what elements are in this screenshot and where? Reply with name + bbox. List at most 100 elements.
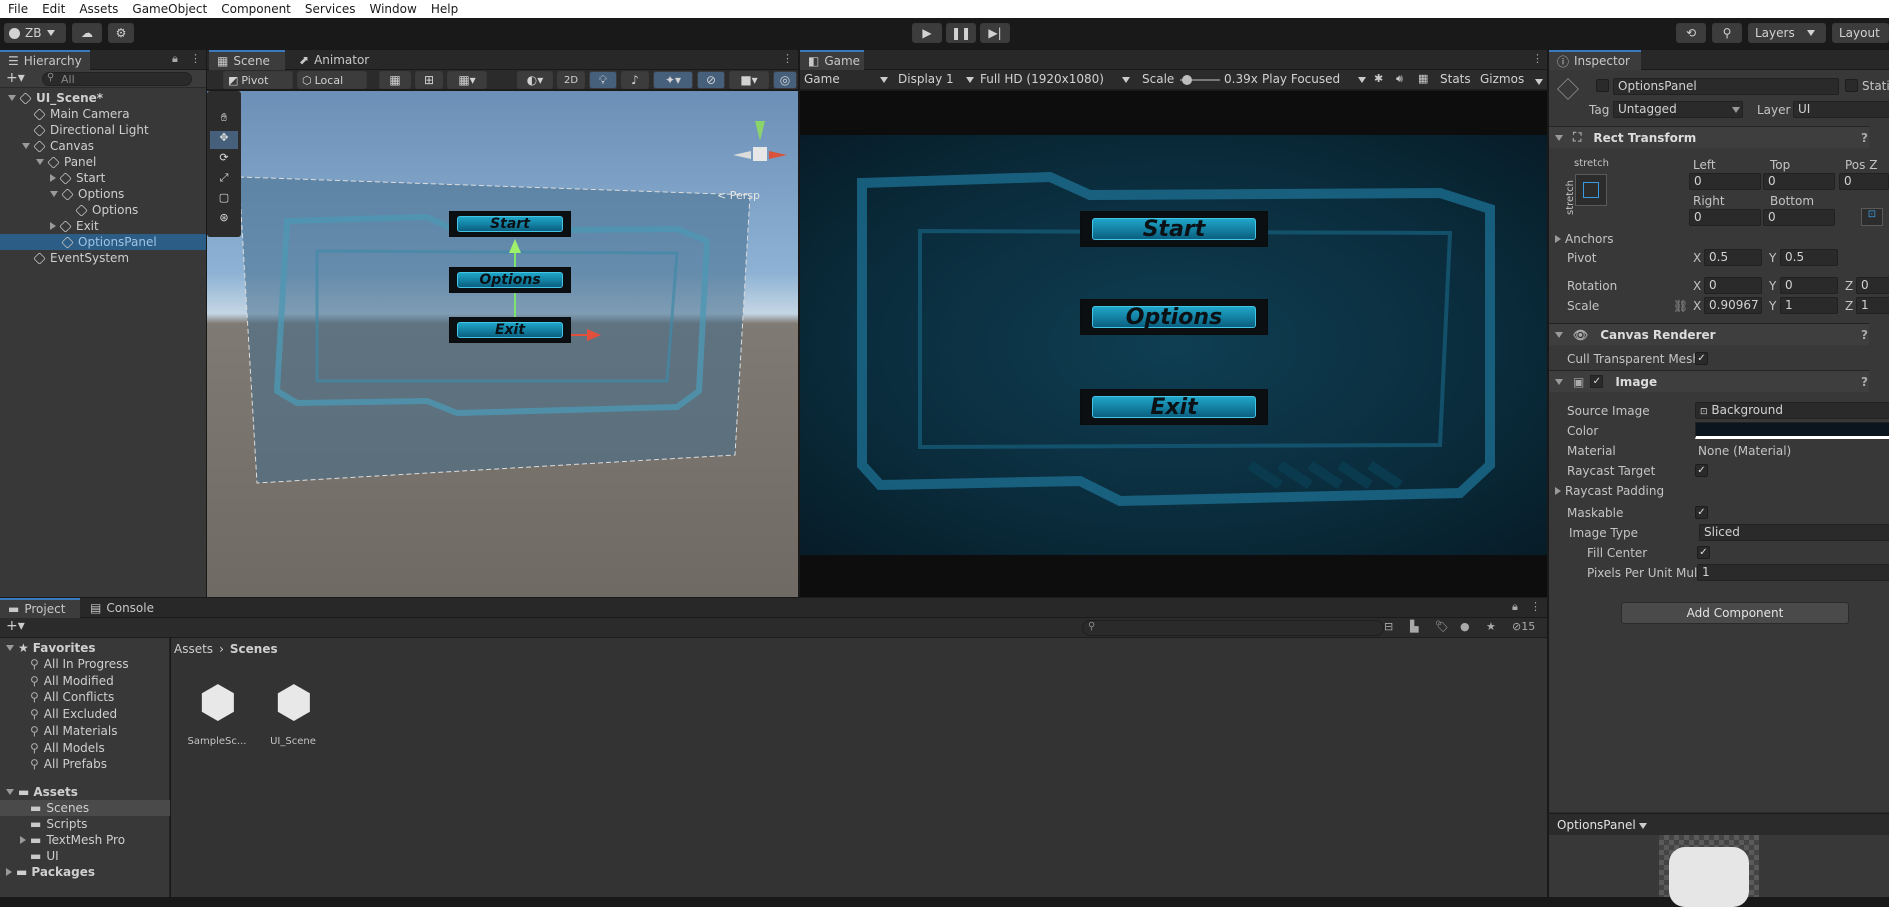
breadcrumb-scenes[interactable]: Scenes bbox=[230, 642, 278, 656]
hierarchy-item[interactable]: Panel bbox=[0, 154, 206, 170]
tab-project[interactable]: ▬ Project bbox=[0, 598, 80, 618]
chevron-down-icon[interactable] bbox=[22, 143, 30, 149]
folder-item[interactable]: ▬ TextMesh Pro bbox=[0, 832, 170, 848]
raycast-padding-foldout[interactable]: Raycast Padding bbox=[1555, 484, 1664, 498]
game-options-button[interactable]: Options bbox=[1080, 299, 1268, 335]
toggle-2d-button[interactable]: 2D bbox=[557, 71, 585, 89]
filter-by-type-icon[interactable]: ▙ bbox=[1410, 620, 1418, 633]
log-filter-icon[interactable]: ● bbox=[1460, 620, 1470, 633]
rotate-tool[interactable]: ⟳ bbox=[210, 151, 238, 169]
anchors-foldout[interactable]: Anchors bbox=[1555, 232, 1614, 246]
favorite-item[interactable]: ⚲ All In Progress bbox=[0, 656, 129, 672]
grid-icon[interactable]: ▦ bbox=[1418, 72, 1428, 85]
hierarchy-item[interactable]: Main Camera bbox=[0, 106, 206, 122]
resolution-dropdown[interactable]: Full HD (1920x1080) bbox=[980, 72, 1130, 86]
rect-tool[interactable]: ▢ bbox=[210, 191, 238, 209]
search-by-type-icon[interactable]: ⊟ bbox=[1384, 620, 1393, 633]
top-field[interactable]: 0 bbox=[1763, 173, 1835, 190]
rot-y-field[interactable]: 0 bbox=[1780, 277, 1838, 294]
menu-edit[interactable]: Edit bbox=[34, 2, 71, 16]
maskable-checkbox[interactable]: ✓ bbox=[1695, 506, 1708, 519]
raw-edit-button[interactable]: ⊡ bbox=[1861, 208, 1883, 226]
star-icon[interactable]: ★ bbox=[1486, 620, 1496, 633]
chevron-down-icon[interactable] bbox=[36, 159, 44, 165]
menu-file[interactable]: File bbox=[0, 2, 34, 16]
favorite-item[interactable]: ⚲ All Materials bbox=[0, 723, 118, 739]
menu-window[interactable]: Window bbox=[362, 2, 423, 16]
posz-field[interactable]: 0 bbox=[1839, 173, 1889, 190]
left-field[interactable]: 0 bbox=[1689, 173, 1761, 190]
stats-button[interactable]: Stats bbox=[1440, 72, 1471, 86]
display-dropdown[interactable]: Display 1 bbox=[898, 72, 974, 86]
pivot-x-field[interactable]: 0.5 bbox=[1704, 249, 1762, 266]
chevron-down-icon[interactable] bbox=[1535, 79, 1543, 85]
search-button[interactable]: ⚲ bbox=[1712, 23, 1742, 43]
chevron-right-icon[interactable] bbox=[50, 174, 56, 182]
rot-x-field[interactable]: 0 bbox=[1704, 277, 1762, 294]
help-icon[interactable]: ? bbox=[1861, 328, 1868, 342]
hierarchy-item[interactable]: Exit bbox=[0, 218, 206, 234]
lock-icon[interactable]: 🔒︎ bbox=[1512, 600, 1518, 614]
cull-transparent-checkbox[interactable]: ✓ bbox=[1695, 352, 1708, 365]
color-swatch[interactable] bbox=[1695, 422, 1889, 439]
cloud-button[interactable]: ☁ bbox=[72, 23, 102, 43]
image-header[interactable]: ▣ ✓ Image ? bbox=[1549, 370, 1869, 392]
scene-gizmo-center[interactable] bbox=[753, 147, 767, 161]
scale-y-field[interactable]: 1 bbox=[1780, 297, 1838, 314]
step-button[interactable]: ▶| bbox=[980, 23, 1010, 43]
favorite-item[interactable]: ⚲ All Models bbox=[0, 740, 105, 756]
favorite-item[interactable]: ⚲ All Prefabs bbox=[0, 756, 107, 772]
collab-settings-button[interactable]: ⚙ bbox=[108, 23, 134, 43]
hierarchy-item[interactable]: UI_Scene* bbox=[0, 90, 206, 106]
scene-gizmo-x[interactable] bbox=[769, 151, 787, 159]
audio-toggle[interactable]: ♪ bbox=[621, 71, 649, 89]
folder-item[interactable]: ▬ UI bbox=[0, 848, 170, 864]
scale-tool[interactable]: ⤢ bbox=[210, 171, 238, 189]
more-options-icon[interactable]: ⋮ bbox=[1530, 600, 1541, 613]
fill-center-checkbox[interactable]: ✓ bbox=[1697, 546, 1710, 559]
snap-increment-button[interactable]: ⊞ bbox=[415, 71, 443, 89]
scene-exit-button[interactable]: Exit bbox=[449, 317, 571, 343]
scale-x-field[interactable]: 0.90967 bbox=[1704, 297, 1762, 314]
favorite-item[interactable]: ⚲ All Conflicts bbox=[0, 689, 114, 705]
mute-audio-icon[interactable]: 🔊︎ bbox=[1396, 72, 1403, 86]
scene-gizmo-neg-x[interactable] bbox=[733, 151, 751, 159]
asset-ui-scene[interactable]: ⬢ UI_Scene bbox=[261, 674, 325, 754]
hierarchy-item[interactable]: Start bbox=[0, 170, 206, 186]
packages-node[interactable]: ▬ Packages bbox=[6, 864, 95, 880]
label-filter-icon[interactable]: 🏷︎ bbox=[1435, 620, 1449, 633]
menu-services[interactable]: Services bbox=[297, 2, 362, 16]
rot-z-field[interactable]: 0 bbox=[1856, 277, 1889, 294]
tab-console[interactable]: ▤ Console bbox=[82, 598, 162, 618]
menu-help[interactable]: Help bbox=[423, 2, 464, 16]
static-checkbox[interactable] bbox=[1845, 79, 1858, 92]
anchor-presets-button[interactable] bbox=[1575, 174, 1607, 206]
add-component-button[interactable]: Add Component bbox=[1621, 602, 1849, 624]
game-viewport[interactable]: Start Options Exit bbox=[800, 91, 1547, 597]
tab-hierarchy[interactable]: ☰ Hierarchy bbox=[0, 50, 90, 70]
grid-visibility-button[interactable]: ▦▾ bbox=[447, 71, 487, 89]
pivot-dropdown[interactable]: ◩ Pivot bbox=[223, 71, 293, 89]
scene-gizmo-y[interactable] bbox=[755, 121, 765, 141]
transform-tool[interactable]: ⊛ bbox=[210, 211, 238, 229]
ppu-field[interactable]: 1 bbox=[1697, 564, 1889, 581]
assets-node[interactable]: ▬ Assets bbox=[6, 784, 78, 800]
create-icon[interactable]: +▾ bbox=[6, 618, 25, 634]
local-dropdown[interactable]: ⬡ Local bbox=[297, 71, 367, 89]
pause-button[interactable]: ❚❚ bbox=[946, 23, 976, 43]
hierarchy-item[interactable]: Options bbox=[0, 202, 206, 218]
layout-dropdown[interactable]: Layout bbox=[1832, 23, 1889, 43]
raycast-target-checkbox[interactable]: ✓ bbox=[1695, 464, 1708, 477]
more-options-icon[interactable]: ⋮ bbox=[782, 52, 793, 65]
bug-icon[interactable]: ✱ bbox=[1374, 72, 1383, 85]
game-exit-button[interactable]: Exit bbox=[1080, 389, 1268, 425]
folder-item[interactable]: ▬ Scripts bbox=[0, 816, 170, 832]
hierarchy-item[interactable]: Canvas bbox=[0, 138, 206, 154]
hidden-packages-button[interactable]: ⊘15 bbox=[1512, 620, 1535, 633]
hand-tool[interactable]: ✋︎ bbox=[210, 111, 238, 129]
breadcrumb-assets[interactable]: Assets bbox=[174, 642, 213, 656]
account-dropdown[interactable]: ZB bbox=[4, 23, 66, 43]
material-value[interactable]: None (Material) bbox=[1698, 444, 1791, 458]
asset-sample-scene[interactable]: ⬢ SampleSc... bbox=[185, 674, 249, 754]
scene-viewport[interactable]: Start Options Exit ✋︎ ✥ ⟳ ⤢ ▢ ⊛ < Persp bbox=[207, 91, 798, 597]
